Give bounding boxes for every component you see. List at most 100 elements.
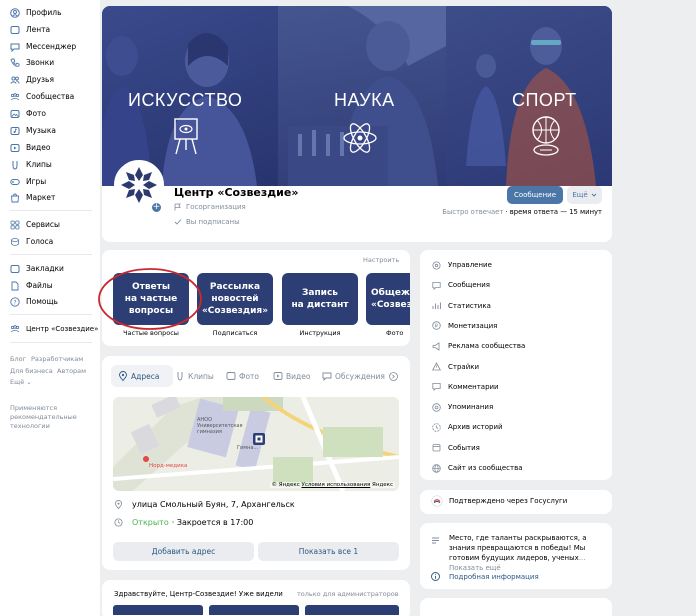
sidebar-item-label: Сервисы	[26, 220, 60, 229]
sidebar-divider	[10, 254, 92, 255]
sidebar-item-friends[interactable]: Друзья	[10, 72, 54, 87]
sidebar-item-photo[interactable]: Фото	[10, 106, 46, 121]
menu-item-label: Реклама сообщества	[448, 342, 526, 351]
sidebar-divider	[10, 314, 92, 315]
sidebar-item-label: Файлы	[26, 281, 53, 290]
next-card	[420, 598, 612, 616]
recommendation-note[interactable]: Применяются рекомендательные технологии	[10, 404, 88, 431]
post-preview-text[interactable]: Здравствуйте, Центр-Созвездие! Уже видел…	[114, 590, 283, 598]
location-pin-icon	[119, 371, 127, 381]
community-type: Госорганизация	[174, 203, 246, 211]
sidebar-item-label: Игры	[26, 177, 47, 186]
globe-icon	[432, 463, 441, 473]
subscription-status[interactable]: Вы подписаны	[174, 218, 240, 226]
sidebar-item-label: Друзья	[26, 75, 54, 84]
sidebar-item-news[interactable]: Лента	[10, 22, 50, 37]
menu-item-label: Сообщения	[448, 281, 491, 290]
footer-link-authors[interactable]: Авторам	[57, 367, 86, 375]
opening-hours[interactable]: Открыто · Закроется в 17:00	[114, 518, 253, 527]
menu-item-mention[interactable]: Упоминания	[432, 400, 493, 414]
footer-link-more[interactable]: Ещё ⌄	[10, 378, 32, 386]
menu-item-label: Упоминания	[448, 403, 494, 412]
tabs-scroll-right-icon[interactable]	[389, 372, 398, 381]
widget-tile-newsletter[interactable]: Рассылка новостей «Созвездия»	[197, 273, 273, 325]
sidebar-item-profile[interactable]: Профиль	[10, 5, 62, 20]
detailed-info-link[interactable]: Подробная информация	[431, 572, 539, 581]
menu-item-events[interactable]: События	[432, 441, 480, 455]
sidebar-item-votes[interactable]: Голоса	[10, 234, 53, 249]
message-icon	[432, 281, 441, 290]
highlight-circle-annotation	[98, 268, 202, 330]
check-icon	[174, 219, 182, 225]
show-all-addresses-button[interactable]: Показать все 1	[258, 542, 399, 561]
menu-item-warning[interactable]: Страйки	[432, 360, 479, 374]
tab-addresses[interactable]: Адреса	[118, 371, 159, 381]
change-avatar-plus-icon[interactable]: +	[150, 201, 163, 214]
footer-link-blog[interactable]: Блог	[10, 355, 26, 363]
settings-icon	[432, 261, 441, 269]
response-time: Быстро отвечает · время ответа — 15 мину…	[442, 208, 602, 216]
menu-item-settings[interactable]: Управление	[432, 258, 492, 272]
news-icon	[10, 25, 20, 34]
post-attachment-preview[interactable]	[209, 605, 299, 615]
add-address-button[interactable]: Добавить адрес	[113, 542, 254, 561]
sidebar-item-messenger[interactable]: Мессенджер	[10, 39, 76, 54]
sidebar-item-files[interactable]: Файлы	[10, 278, 53, 293]
warning-icon	[432, 362, 441, 371]
menu-item-archive[interactable]: Архив историй	[432, 420, 503, 434]
easel-icon	[174, 118, 198, 155]
map-illustration	[113, 397, 399, 491]
sidebar-item-market[interactable]: Маркет	[10, 190, 55, 205]
menu-item-label: Монетизация	[448, 321, 498, 330]
stats-icon	[432, 302, 441, 310]
communities-icon	[10, 92, 20, 100]
widget-tile-dormitory[interactable]: Общеж «Созвез	[366, 273, 410, 325]
sidebar-item-help[interactable]: ? Помощь	[10, 294, 58, 309]
gosuslugi-verified[interactable]: Подтверждено через Госуслуги	[431, 495, 567, 507]
address-line[interactable]: улица Смольный Буян, 7, Архангельск	[114, 500, 295, 509]
sidebar-item-clips[interactable]: Клипы	[10, 157, 52, 172]
address-map[interactable]: АНОО Университетская гимназия Норд-медик…	[113, 397, 399, 491]
menu-item-label: Страйки	[448, 362, 480, 371]
menu-item-globe[interactable]: Сайт из сообщества	[432, 461, 523, 475]
sidebar-item-label: Клипы	[26, 160, 52, 169]
music-icon	[10, 126, 20, 135]
about-text: Место, где таланты раскрываются, а знани…	[449, 534, 587, 572]
tab-video[interactable]: Видео	[273, 371, 310, 381]
left-sidebar: Профиль Лента Мессенджер Звонки Друзья С…	[0, 0, 100, 616]
footer-link-developers[interactable]: Разработчикам	[31, 355, 83, 363]
message-button[interactable]: Сообщение	[507, 186, 563, 204]
widget-caption: Фото	[386, 329, 404, 337]
games-icon	[10, 178, 20, 185]
footer-link-business[interactable]: Для бизнеса	[10, 367, 53, 375]
clips-icon	[177, 372, 183, 381]
menu-item-label: Статистика	[448, 301, 491, 310]
clock-icon	[114, 518, 123, 527]
post-attachment-preview[interactable]	[113, 605, 203, 615]
sidebar-item-community-shortcut[interactable]: Центр «Созвездие»	[10, 321, 98, 336]
video-icon	[273, 372, 283, 380]
chevron-down-icon	[591, 193, 596, 197]
map-label-gym: Гимна...	[237, 445, 259, 451]
menu-item-money[interactable]: ₽ Монетизация	[432, 319, 497, 333]
sidebar-item-video[interactable]: Видео	[10, 140, 50, 155]
tab-discussions[interactable]: Обсуждения	[322, 371, 385, 381]
menu-item-comment[interactable]: Комментарии	[432, 380, 499, 394]
post-attachment-preview[interactable]	[305, 605, 399, 615]
menu-item-message[interactable]: Сообщения	[432, 278, 490, 292]
sidebar-item-games[interactable]: Игры	[10, 174, 46, 189]
more-button[interactable]: Ещё	[567, 186, 602, 204]
sidebar-item-music[interactable]: Музыка	[10, 123, 56, 138]
sidebar-item-calls[interactable]: Звонки	[10, 55, 54, 70]
configure-link[interactable]: Настроить	[363, 256, 399, 264]
widget-tile-distance[interactable]: Запись на дистант	[282, 273, 358, 325]
sidebar-item-bookmarks[interactable]: Закладки	[10, 261, 64, 276]
sidebar-item-services[interactable]: Сервисы	[10, 217, 60, 232]
sidebar-item-communities[interactable]: Сообщества	[10, 89, 74, 104]
svg-text:?: ?	[13, 299, 16, 306]
sidebar-item-label: Мессенджер	[26, 42, 77, 51]
menu-item-stats[interactable]: Статистика	[432, 299, 491, 313]
tab-photo[interactable]: Фото	[226, 371, 259, 381]
tab-clips[interactable]: Клипы	[175, 371, 214, 381]
menu-item-ads[interactable]: Реклама сообщества	[432, 339, 525, 353]
